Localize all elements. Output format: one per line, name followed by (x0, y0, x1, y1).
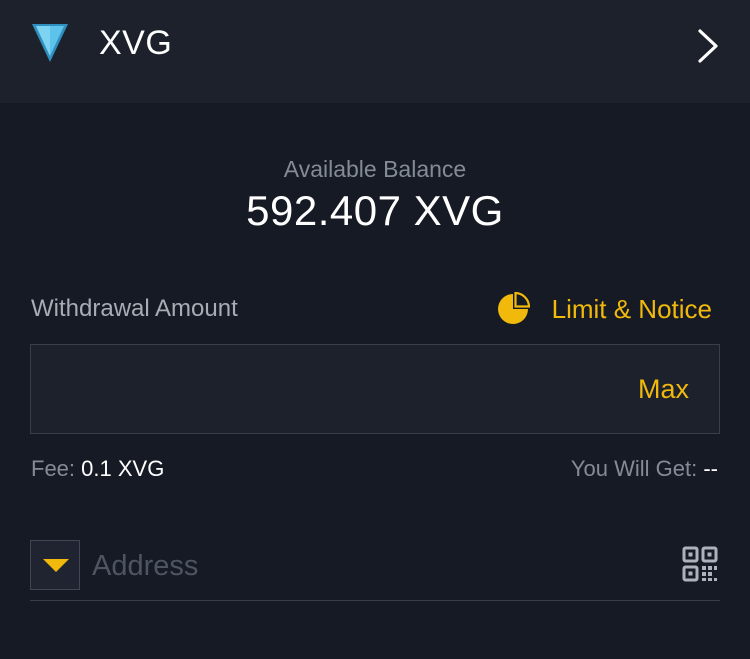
qr-code-icon[interactable] (682, 546, 718, 582)
withdrawal-amount-field[interactable]: Max (30, 344, 720, 435)
you-will-get-value: -- (703, 456, 718, 481)
available-balance-value: 592.407 XVG (246, 187, 504, 234)
withdrawal-amount-label: Withdrawal Amount (31, 295, 238, 322)
fee-value: 0.1 XVG (81, 456, 165, 481)
withdraw-screen: XVG Available Balance 592.407 XVG Withdr… (0, 0, 750, 659)
limit-notice-label: Limit & Notice (551, 294, 712, 324)
caret-down-icon (43, 559, 69, 572)
max-button[interactable]: Max (638, 372, 689, 406)
fee-label: Fee: (31, 456, 76, 481)
address-field (30, 540, 720, 601)
you-will-get-info: You Will Get: -- (571, 455, 718, 483)
fee-info: Fee: 0.1 XVG (31, 455, 164, 483)
coin-symbol: XVG (99, 24, 173, 62)
verge-logo-icon (32, 24, 68, 62)
withdrawal-amount-input[interactable] (45, 345, 609, 435)
chevron-right-icon[interactable] (696, 28, 720, 64)
pie-chart-icon (497, 292, 530, 324)
address-book-dropdown[interactable] (30, 540, 80, 590)
coin-header[interactable]: XVG (0, 0, 750, 103)
address-input[interactable] (90, 542, 654, 590)
limit-notice-link[interactable]: Limit & Notice (496, 292, 712, 326)
you-will-get-label: You Will Get: (570, 456, 698, 481)
available-balance-label: Available Balance (283, 156, 467, 182)
